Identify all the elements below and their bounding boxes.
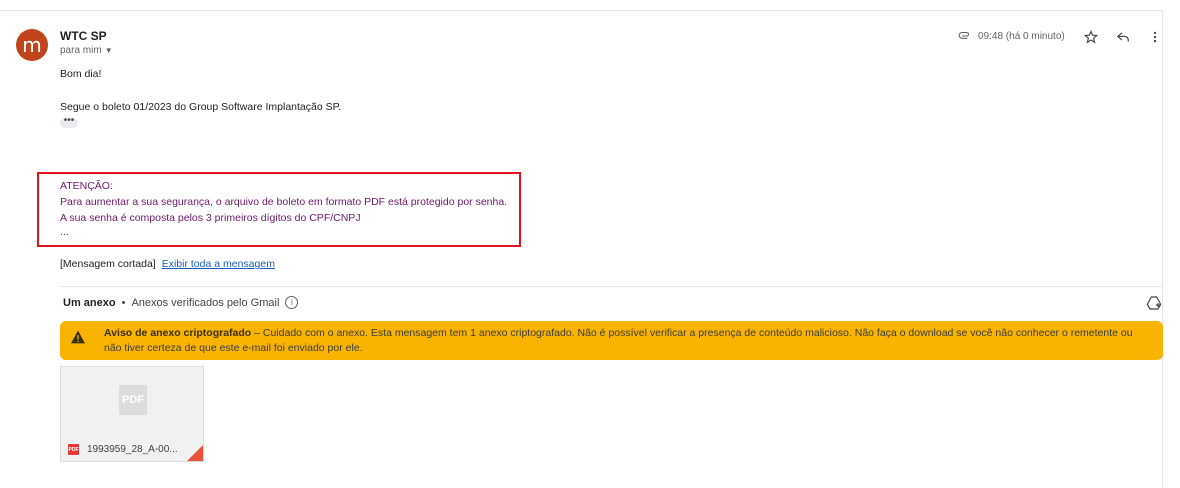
password-hint-line: A sua senha é composta pelos 3 primeiros… xyxy=(60,212,361,224)
encrypted-attachment-warning: Aviso de anexo criptografado – Cuidado c… xyxy=(60,321,1163,360)
more-vert-icon[interactable] xyxy=(1146,28,1164,46)
recipient-label: para mim xyxy=(60,45,102,56)
pdf-icon: PDF xyxy=(119,385,147,415)
add-to-drive-icon[interactable] xyxy=(1146,295,1162,311)
security-notice-line: Para aumentar a sua segurança, o arquivo… xyxy=(60,196,508,208)
body-line: Segue o boleto 01/2023 do Group Software… xyxy=(60,101,342,113)
warning-icon xyxy=(71,330,85,344)
sender-name[interactable]: WTC SP xyxy=(60,29,107,43)
ellipsis-text: ... xyxy=(60,226,69,238)
trimmed-label: [Mensagem cortada] xyxy=(60,258,156,270)
recipient-details-toggle[interactable]: para mim ▼ xyxy=(60,45,113,56)
show-full-message-link[interactable]: Exibir toda a mensagem xyxy=(162,258,275,270)
paperclip-icon xyxy=(958,31,969,39)
reply-icon[interactable] xyxy=(1114,28,1132,46)
trimmed-message-notice: [Mensagem cortada] Exibir toda a mensage… xyxy=(60,258,275,270)
attention-heading: ATENÇÃO: xyxy=(60,180,113,192)
chevron-down-icon: ▼ xyxy=(104,46,113,55)
message-actions xyxy=(1082,28,1164,46)
right-divider xyxy=(1162,10,1163,488)
page-fold-corner xyxy=(187,445,203,461)
attachment-footer[interactable]: PDF 1993959_28_A-00... xyxy=(61,435,203,461)
message-time: 09:48 (há 0 minuto) xyxy=(978,30,1065,42)
greeting-text: Bom dia! xyxy=(60,68,102,80)
attachment-filename: 1993959_28_A-00... xyxy=(87,444,178,455)
attachment-count: Um anexo xyxy=(63,296,116,309)
show-trimmed-content-button[interactable]: ••• xyxy=(60,116,78,128)
attachment-card[interactable]: PDF PDF 1993959_28_A-00... xyxy=(60,366,204,462)
attachment-divider xyxy=(60,286,1162,287)
star-icon[interactable] xyxy=(1082,28,1100,46)
warning-title: Aviso de anexo criptografado xyxy=(104,327,252,339)
top-divider xyxy=(0,10,1162,11)
avatar[interactable]: m xyxy=(16,29,48,61)
verified-text: Anexos verificados pelo Gmail xyxy=(131,296,280,309)
message-meta: 09:48 (há 0 minuto) xyxy=(958,29,1065,43)
attachment-thumbnail[interactable]: PDF xyxy=(61,367,203,435)
attachments-header: Um anexo • Anexos verificados pelo Gmail… xyxy=(63,296,299,309)
separator-dot: • xyxy=(121,296,126,309)
warning-text: – Cuidado com o anexo. Esta mensagem tem… xyxy=(104,327,1133,354)
pdf-badge-icon: PDF xyxy=(68,444,79,455)
info-icon[interactable]: i xyxy=(285,296,299,309)
